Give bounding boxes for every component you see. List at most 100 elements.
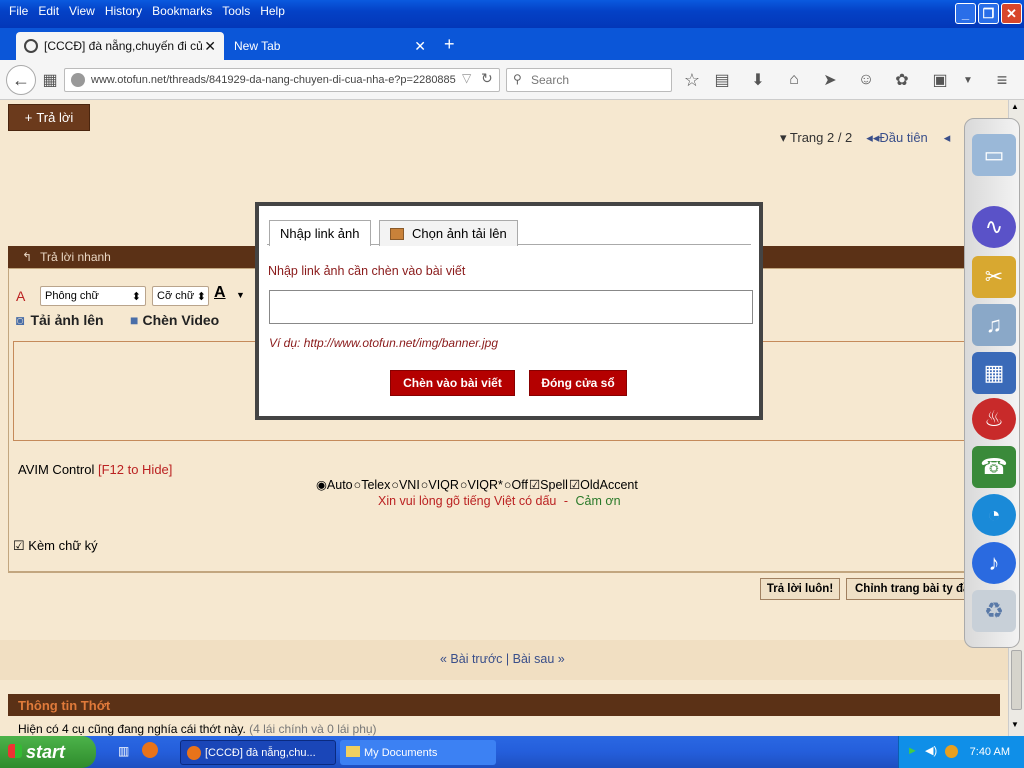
reply-button[interactable]: + Trả lời bbox=[8, 104, 90, 131]
menu-tools[interactable]: Tools bbox=[222, 4, 250, 18]
calculator-icon[interactable]: ▦ bbox=[972, 352, 1016, 394]
reply-now-button[interactable]: Trả lời luôn! bbox=[760, 578, 840, 600]
avim-note-text: Xin vui lòng gõ tiếng Việt có dấu bbox=[378, 494, 557, 508]
folder-icon[interactable]: ▭ bbox=[972, 134, 1016, 176]
taskbar-my-documents[interactable]: My Documents bbox=[340, 740, 496, 765]
chrome-tray-icon[interactable] bbox=[945, 745, 958, 758]
recycle-bin-icon[interactable]: ♻ bbox=[972, 590, 1016, 632]
close-tab-icon[interactable]: ✕ bbox=[204, 38, 216, 55]
scroll-up-icon[interactable]: ▲ bbox=[1011, 102, 1019, 111]
tools-icon[interactable]: ✂ bbox=[972, 256, 1016, 298]
radio-viqr[interactable]: ○VIQR bbox=[421, 478, 459, 492]
url-bar[interactable]: www.otofun.net/threads/841929-da-nang-ch… bbox=[64, 68, 500, 92]
minimize-button[interactable]: _ bbox=[955, 3, 976, 24]
phone-tools-icon[interactable]: ☎ bbox=[972, 446, 1016, 488]
tab-upload-image[interactable]: Chọn ảnh tải lên bbox=[379, 220, 518, 246]
tab-image-link[interactable]: Nhập link ảnh bbox=[269, 220, 371, 246]
checkbox-oldaccent[interactable]: ☑OldAccent bbox=[569, 477, 638, 492]
dropdown-arrow-icon[interactable]: ▽ bbox=[462, 71, 471, 85]
taskbar-firefox[interactable]: [CCCĐ] đà nẵng,chu... bbox=[180, 740, 336, 765]
color-dropdown-icon[interactable]: ▼ bbox=[236, 290, 245, 300]
prev-next-links[interactable]: « Bài trước | Bài sau » bbox=[440, 652, 565, 666]
prev-page-icon[interactable]: ◂ bbox=[944, 130, 951, 146]
radio-off[interactable]: ○Off bbox=[504, 478, 528, 492]
image-folder-icon bbox=[390, 227, 404, 240]
checkbox-spell[interactable]: ☑Spell bbox=[529, 477, 568, 492]
scrollbar-thumb[interactable] bbox=[1011, 650, 1022, 710]
menu-history[interactable]: History bbox=[105, 4, 142, 18]
show-desktop-icon[interactable]: ▥ bbox=[118, 744, 129, 758]
volume-icon[interactable]: ◀) bbox=[925, 744, 937, 757]
avim-hide-hint: [F12 to Hide] bbox=[97, 462, 173, 477]
thread-info-header: Thông tin Thớt bbox=[8, 694, 1000, 716]
bookmark-star-icon[interactable]: ☆ bbox=[680, 68, 704, 92]
firefox-quicklaunch-icon[interactable] bbox=[142, 742, 158, 758]
insert-video-button[interactable]: ■ Chèn Video bbox=[130, 312, 219, 328]
tab-new[interactable]: New Tab ✕ bbox=[226, 32, 434, 60]
reply-button-label: Trả lời bbox=[36, 110, 74, 125]
search-input[interactable]: ⚲ Search bbox=[506, 68, 672, 92]
upload-photo-button[interactable]: ◙ Tải ảnh lên bbox=[16, 312, 104, 328]
font-size-select[interactable]: Cỡ chữ ⬍ bbox=[152, 286, 209, 306]
signature-checkbox[interactable]: ☑ Kèm chữ ký bbox=[13, 538, 98, 554]
menu-edit[interactable]: Edit bbox=[38, 4, 59, 18]
folder-icon bbox=[346, 746, 360, 757]
start-button[interactable]: start bbox=[0, 736, 96, 768]
page-menu-icon[interactable]: ▦ bbox=[38, 68, 62, 92]
search-icon: ⚲ bbox=[513, 72, 522, 86]
menu-help[interactable]: Help bbox=[260, 4, 285, 18]
messenger-icon[interactable]: ◔ bbox=[972, 494, 1016, 536]
app-swirl-icon[interactable]: ∿ bbox=[972, 206, 1016, 248]
radio-viqr-star[interactable]: ○VIQR* bbox=[460, 478, 503, 492]
clipboard-dropdown-icon[interactable]: ▼ bbox=[956, 68, 980, 92]
quick-reply-title: Trả lời nhanh bbox=[40, 250, 111, 264]
close-dialog-button[interactable]: Đóng cửa sổ bbox=[529, 370, 627, 396]
download-icon[interactable]: ⬇ bbox=[746, 68, 770, 92]
network-icon[interactable]: ► bbox=[907, 745, 918, 757]
send-icon[interactable]: ➤ bbox=[818, 68, 842, 92]
system-tray: ► ◀) 7:40 AM bbox=[898, 736, 1024, 768]
new-tab-icon[interactable]: + bbox=[444, 34, 455, 55]
menu-bookmarks[interactable]: Bookmarks bbox=[152, 4, 212, 18]
insert-image-dialog: Nhập link ảnh Chọn ảnh tải lên Nhập link… bbox=[255, 202, 763, 420]
insert-into-post-button[interactable]: Chèn vào bài viết bbox=[390, 370, 515, 396]
font-family-select[interactable]: Phông chữ ⬍ bbox=[40, 286, 146, 306]
fire-app-icon[interactable]: ♨ bbox=[972, 398, 1016, 440]
select-arrow-icon: ⬍ bbox=[131, 290, 141, 303]
scroll-down-icon[interactable]: ▼ bbox=[1011, 720, 1019, 729]
checkbox-icon: ☑ bbox=[13, 538, 25, 553]
clipboard-icon[interactable]: ▣ bbox=[928, 68, 952, 92]
radio-telex[interactable]: ○Telex bbox=[354, 478, 391, 492]
reading-list-icon[interactable]: ▤ bbox=[710, 68, 734, 92]
text-color-icon[interactable]: A bbox=[214, 284, 226, 302]
menu-view[interactable]: View bbox=[69, 4, 95, 18]
tab-active[interactable]: [CCCĐ] đà nẵng,chuyến đi củ... ✕ bbox=[16, 32, 224, 60]
reply-arrow-icon: ↰ bbox=[22, 250, 33, 264]
home-icon[interactable]: ⌂ bbox=[782, 68, 806, 92]
close-tab-icon[interactable]: ✕ bbox=[414, 38, 426, 55]
chat-icon[interactable]: ☺ bbox=[854, 68, 878, 92]
image-link-input[interactable] bbox=[269, 290, 753, 324]
url-text: www.otofun.net/threads/841929-da-nang-ch… bbox=[91, 74, 456, 86]
itunes-icon[interactable]: ♪ bbox=[972, 542, 1016, 584]
reload-icon[interactable]: ↻ bbox=[481, 70, 493, 87]
first-page-link[interactable]: ◂◂Đầu tiên bbox=[866, 130, 927, 146]
back-button[interactable]: ← bbox=[6, 65, 36, 95]
radio-vni[interactable]: ○VNI bbox=[391, 478, 419, 492]
signature-label: Kèm chữ ký bbox=[28, 538, 98, 553]
page-dropdown[interactable]: ▾ Trang 2 / 2 bbox=[780, 130, 852, 146]
avim-options: ◉Auto ○Telex ○VNI ○VIQR ○VIQR* ○Off ☑Spe… bbox=[316, 477, 638, 493]
avim-note: Xin vui lòng gõ tiếng Việt có dấu - Cảm … bbox=[378, 494, 621, 508]
restore-button[interactable]: ❐ bbox=[978, 3, 999, 24]
close-window-button[interactable]: ✕ bbox=[1001, 3, 1022, 24]
hamburger-menu-icon[interactable]: ≡ bbox=[990, 68, 1014, 92]
windows-logo-icon bbox=[8, 744, 22, 758]
radio-auto[interactable]: ◉Auto bbox=[316, 477, 353, 492]
tab-label: [CCCĐ] đà nẵng,chuyến đi củ... bbox=[44, 39, 204, 53]
music-player-icon[interactable]: ♫ bbox=[972, 304, 1016, 346]
font-color-icon[interactable]: A bbox=[16, 288, 25, 304]
taskbar-mydocs-label: My Documents bbox=[364, 746, 438, 759]
dialog-prompt: Nhập link ảnh cần chèn vào bài viết bbox=[268, 264, 466, 278]
addon-icon[interactable]: ✿ bbox=[890, 68, 914, 92]
menu-file[interactable]: File bbox=[9, 4, 28, 18]
